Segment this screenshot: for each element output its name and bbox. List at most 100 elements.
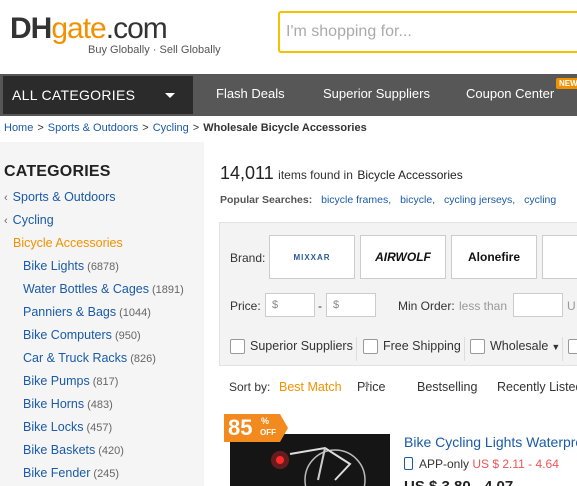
sidebar-item-count: (1044) bbox=[119, 307, 151, 319]
breadcrumb: Home > Sports & Outdoors > Cycling > Wholesale… bbox=[4, 122, 367, 134]
sidebar-item-water-bottles[interactable]: Water Bottles & Cages (1891) bbox=[23, 282, 184, 296]
price-min-input[interactable]: $ bbox=[265, 293, 315, 317]
breadcrumb-current: Wholesale Bicycle Accessories bbox=[203, 122, 367, 134]
sort-label: Sort by: bbox=[229, 380, 271, 394]
sidebar-item-count: (483) bbox=[87, 399, 113, 411]
app-price-line: APP-only US $ 2.11 - 4.64 bbox=[404, 457, 559, 471]
sidebar-item-label: Car & Truck Racks bbox=[23, 351, 128, 365]
all-categories-button[interactable]: ALL CATEGORIES bbox=[3, 76, 193, 114]
results-count: 14,011 items found in Bicycle Accessorie… bbox=[220, 163, 463, 184]
sidebar-item-label: Bike Fender bbox=[23, 466, 91, 480]
popular-searches: Popular Searches: bicycle frames, bicycl… bbox=[220, 194, 556, 206]
brand-more[interactable] bbox=[542, 235, 577, 279]
logo-dh: DH bbox=[10, 12, 52, 45]
price-label: Price: bbox=[230, 299, 261, 313]
popular-search-link[interactable]: cycling bbox=[524, 194, 556, 206]
sort-bestselling[interactable]: Bestselling bbox=[417, 380, 477, 394]
superior-suppliers-checkbox[interactable] bbox=[230, 339, 245, 354]
nav-superior-suppliers[interactable]: Superior Suppliers bbox=[323, 74, 430, 116]
sidebar-item-count: (420) bbox=[98, 445, 124, 457]
sidebar-item-count: (457) bbox=[86, 422, 113, 434]
sort-arrows-icon: ⬍ bbox=[363, 380, 371, 390]
divider bbox=[562, 337, 563, 361]
sidebar-item-bike-computers[interactable]: Bike Computers (950) bbox=[23, 328, 141, 342]
main-nav: ALL CATEGORIES Flash Deals Superior Supp… bbox=[0, 74, 577, 116]
sidebar-current-category[interactable]: Bicycle Accessories bbox=[13, 236, 123, 250]
logo-gate: gate bbox=[51, 12, 106, 45]
brand-mixxar[interactable]: MIXXAR bbox=[269, 235, 355, 279]
chevron-left-icon: ‹ bbox=[4, 192, 8, 204]
sidebar-item-bike-fender[interactable]: Bike Fender (245) bbox=[23, 466, 119, 480]
min-order-label: Min Order: bbox=[398, 299, 455, 313]
brand-airwolf[interactable]: AIRWOLF bbox=[360, 235, 446, 279]
caret-down-icon: ▼ bbox=[551, 342, 561, 352]
sidebar-item-count: (1891) bbox=[151, 284, 184, 296]
breadcrumb-separator: > bbox=[192, 122, 200, 134]
sidebar-item-bike-lights[interactable]: Bike Lights (6878) bbox=[23, 259, 119, 273]
superior-suppliers-label: Superior Suppliers bbox=[250, 339, 353, 353]
sidebar-item-label: Bike Horns bbox=[23, 397, 85, 411]
brand-label: Brand: bbox=[230, 251, 266, 265]
sidebar-item-bike-baskets[interactable]: Bike Baskets (420) bbox=[23, 443, 124, 457]
sidebar-item-panniers[interactable]: Panniers & Bags (1044) bbox=[23, 305, 151, 319]
breadcrumb-cycling[interactable]: Cycling bbox=[153, 122, 189, 134]
results-category: Bicycle Accessories bbox=[357, 168, 463, 182]
popular-search-link[interactable]: bicycle frames, bbox=[321, 194, 391, 206]
sidebar-item-label: Panniers & Bags bbox=[23, 305, 117, 319]
sort-best-match[interactable]: Best Match bbox=[279, 380, 342, 394]
site-header: DHgate.com Buy Globally · Sell Globally … bbox=[0, 0, 577, 74]
discount-off: OFF bbox=[260, 428, 276, 437]
brand-mixxar-logo: MIXXAR bbox=[293, 252, 331, 262]
free-shipping-checkbox[interactable] bbox=[363, 339, 378, 354]
sidebar-item-bike-horns[interactable]: Bike Horns (483) bbox=[23, 397, 113, 411]
extra-checkbox[interactable] bbox=[568, 339, 577, 354]
brand-airwolf-logo: AIRWOLF bbox=[375, 250, 431, 264]
min-order-input[interactable] bbox=[513, 293, 563, 317]
nav-flash-deals[interactable]: Flash Deals bbox=[216, 74, 285, 116]
breadcrumb-separator: > bbox=[37, 122, 44, 134]
wholesale-text: Wholesale bbox=[490, 339, 549, 353]
sidebar-item-car-racks[interactable]: Car & Truck Racks (826) bbox=[23, 351, 156, 365]
sidebar-item-label: Bike Locks bbox=[23, 420, 84, 434]
new-badge: NEW bbox=[556, 78, 577, 89]
brand-alonefire[interactable]: Alonefire bbox=[451, 235, 537, 279]
brand-alonefire-logo: Alonefire bbox=[467, 250, 520, 264]
divider bbox=[356, 337, 357, 361]
nav-coupon-center[interactable]: Coupon Center bbox=[466, 74, 554, 116]
popular-search-link[interactable]: bicycle, bbox=[400, 194, 435, 206]
filter-panel: Brand: MIXXAR AIRWOLF Alonefire Price: $… bbox=[219, 222, 577, 366]
breadcrumb-home[interactable]: Home bbox=[4, 122, 33, 134]
sort-recently-listed[interactable]: Recently Listed bbox=[497, 380, 577, 394]
dhgate-logo[interactable]: DHgate.com bbox=[10, 12, 168, 45]
sidebar-item-count: (817) bbox=[92, 376, 119, 388]
app-price: US $ 2.11 - 4.64 bbox=[472, 457, 559, 471]
popular-searches-label: Popular Searches: bbox=[220, 194, 313, 206]
free-shipping-label: Free Shipping bbox=[383, 339, 461, 353]
sidebar-item-bike-pumps[interactable]: Bike Pumps (817) bbox=[23, 374, 118, 388]
sidebar-parent-cycling[interactable]: ‹ Cycling bbox=[4, 213, 54, 227]
popular-search-link[interactable]: cycling jerseys, bbox=[444, 194, 515, 206]
wholesale-label[interactable]: Wholesale ▼ bbox=[490, 339, 560, 353]
sidebar-item-label: Bike Computers bbox=[23, 328, 112, 342]
breadcrumb-separator: > bbox=[142, 122, 149, 134]
sidebar-parent-label: Cycling bbox=[12, 213, 54, 227]
product-price: US $ 3.80 - 4.07 bbox=[404, 478, 513, 486]
breadcrumb-sports[interactable]: Sports & Outdoors bbox=[48, 122, 139, 134]
caret-down-icon bbox=[165, 93, 175, 98]
product-title[interactable]: Bike Cycling Lights Waterproof bbox=[404, 434, 577, 450]
discount-percent: % bbox=[261, 416, 270, 426]
tagline: Buy Globally · Sell Globally bbox=[88, 44, 221, 56]
logo-com: .com bbox=[105, 12, 168, 45]
all-categories-label: ALL CATEGORIES bbox=[12, 87, 136, 103]
wholesale-checkbox[interactable] bbox=[470, 339, 485, 354]
sidebar-item-bike-locks[interactable]: Bike Locks (457) bbox=[23, 420, 112, 434]
sidebar-item-count: (950) bbox=[114, 330, 141, 342]
sidebar-item-count: (6878) bbox=[87, 261, 119, 273]
units-label: U bbox=[567, 299, 576, 313]
sidebar-parent-sports[interactable]: ‹ Sports & Outdoors bbox=[4, 190, 116, 204]
price-dash: - bbox=[318, 299, 322, 313]
search-input[interactable]: I'm shopping for... bbox=[278, 11, 577, 53]
sidebar-item-label: Bike Pumps bbox=[23, 374, 90, 388]
sidebar-item-label: Water Bottles & Cages bbox=[23, 282, 149, 296]
price-max-input[interactable]: $ bbox=[326, 293, 376, 317]
